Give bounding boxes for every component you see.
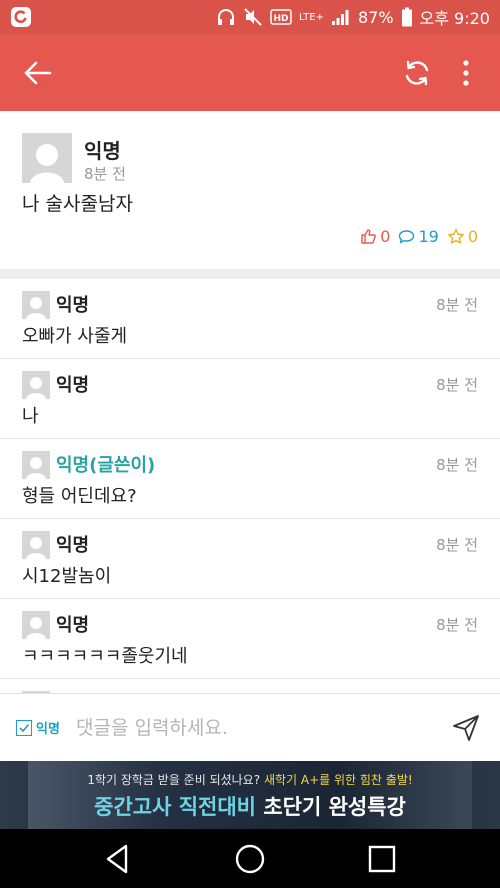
default-avatar-icon	[26, 457, 46, 479]
comment-item[interactable]: 익명(글쓴이) 8분 전 형들 어딘데요?	[0, 439, 500, 519]
avatar	[22, 531, 50, 559]
star-icon	[447, 228, 464, 244]
clock: 오후 9:20	[419, 9, 490, 28]
section-divider	[0, 269, 500, 279]
comment-time: 8분 전	[436, 616, 478, 634]
app-bar	[0, 34, 500, 111]
ad-line2-part2: 초단기 완성특강	[263, 795, 406, 819]
comment-item[interactable]: 익명 8분 전 시12발놈이	[0, 519, 500, 599]
star-count: 0	[467, 227, 478, 246]
comment-input[interactable]	[76, 710, 436, 746]
comment-body: 나	[22, 406, 39, 427]
avatar	[22, 371, 50, 399]
avatar	[22, 611, 50, 639]
comment-count-button[interactable]: 19	[398, 227, 439, 246]
comment-body: ㅋㅋㅋㅋㅋㅋ졸웃기네	[22, 646, 188, 667]
comment-item[interactable]: 익명 8분 전 ㅋㅋㅋㅋㅋㅋ졸웃기네	[0, 599, 500, 679]
ad-banner[interactable]: 1학기 장학금 받을 준비 되셨나요? 새학기 A+를 위한 힘찬 출발! 중간…	[0, 761, 500, 829]
checkbox-icon	[16, 719, 32, 736]
speech-bubble-icon	[399, 230, 415, 244]
comment-body: 시12발놈이	[22, 566, 112, 587]
post-body: 나 술사줄남자	[22, 193, 133, 215]
like-button[interactable]: 0	[360, 227, 390, 246]
anonymous-label: 익명	[36, 722, 60, 737]
comment-author: 익명	[56, 375, 90, 396]
comment-item[interactable]: 익명 8분 전 나	[0, 359, 500, 439]
ad-line1-highlight: 새학기 A+를 위한 힘찬 출발!	[263, 773, 413, 787]
avatar	[22, 451, 50, 479]
nav-recents-icon[interactable]	[366, 843, 398, 875]
default-avatar-icon	[30, 144, 64, 183]
post-author: 익명	[84, 139, 121, 163]
comment-item[interactable]: 익명 8분 전 오빠가 사줄게	[0, 279, 500, 359]
avatar	[22, 133, 72, 183]
signal-icon	[331, 10, 349, 25]
thumbs-up-icon	[361, 229, 377, 244]
nav-home-icon[interactable]	[234, 843, 266, 875]
nav-back-icon[interactable]	[102, 843, 134, 875]
comment-count: 19	[418, 227, 439, 246]
comment-author: 익명	[56, 615, 90, 636]
status-bar: HD LTE+ 87% 오후 9:20	[0, 0, 500, 34]
network-type: LTE+	[298, 11, 324, 23]
ad-line1: 1학기 장학금 받을 준비 되셨나요? 새학기 A+를 위한 힘찬 출발!	[0, 771, 500, 788]
more-vert-icon[interactable]	[455, 56, 477, 90]
ad-line2-part1: 중간고사 직전대비	[94, 795, 256, 819]
comment-time: 8분 전	[436, 296, 478, 314]
comment-body: 형들 어딘데요?	[22, 486, 137, 507]
star-button[interactable]: 0	[447, 227, 478, 246]
comment-body: 오빠가 사줄게	[22, 326, 128, 347]
comment-author: 익명	[56, 295, 90, 316]
comment-time: 8분 전	[436, 536, 478, 554]
post-time: 8분 전	[84, 165, 126, 183]
battery-icon	[401, 7, 412, 27]
system-nav-bar	[0, 829, 500, 888]
headphones-icon	[217, 9, 234, 25]
post-card: 익명 8분 전 나 술사줄남자 0 19 0	[0, 111, 500, 269]
carrier-logo-icon	[11, 7, 31, 27]
comment-input-bar: 익명	[0, 693, 500, 761]
like-count: 0	[380, 227, 391, 246]
comment-author: 익명	[56, 535, 90, 556]
post-stats: 0 19 0	[360, 227, 478, 246]
mute-icon	[244, 8, 262, 26]
default-avatar-icon	[26, 617, 46, 639]
comment-author-op: 익명(글쓴이)	[56, 455, 156, 476]
default-avatar-icon	[26, 377, 46, 399]
ad-line2: 중간고사 직전대비 초단기 완성특강	[0, 791, 500, 821]
svg-text:HD: HD	[273, 14, 288, 24]
ad-line1-prefix: 1학기 장학금 받을 준비 되셨나요?	[87, 773, 261, 787]
default-avatar-icon	[26, 537, 46, 559]
back-arrow-icon[interactable]	[22, 58, 54, 88]
comment-item-partial[interactable]	[0, 679, 500, 693]
default-avatar-icon	[26, 297, 46, 319]
battery-percent: 87%	[357, 7, 394, 27]
avatar	[22, 291, 50, 319]
hd-icon: HD	[270, 9, 292, 25]
comment-list[interactable]: 익명 8분 전 오빠가 사줄게 익명 8분 전 나 익명(글쓴이) 8분 전 형…	[0, 279, 500, 693]
comment-time: 8분 전	[436, 376, 478, 394]
anonymous-checkbox[interactable]: 익명	[16, 718, 60, 737]
comment-time: 8분 전	[436, 456, 478, 474]
send-icon[interactable]	[452, 714, 480, 742]
refresh-icon[interactable]	[400, 56, 434, 90]
